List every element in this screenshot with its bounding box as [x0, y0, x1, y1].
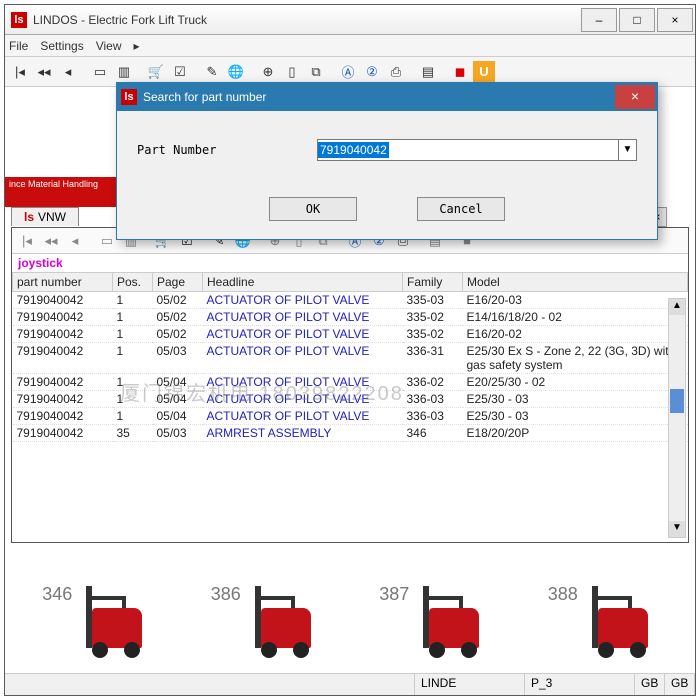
table-row[interactable]: 7919040042105/02ACTUATOR OF PILOT VALVE3… — [13, 326, 688, 343]
copy-icon[interactable]: ⧉ — [305, 61, 327, 83]
dialog-title: Search for part number — [143, 90, 615, 104]
film-icon[interactable]: ▭ — [96, 230, 118, 252]
model-number: 386 — [211, 584, 241, 604]
cancel-button[interactable]: Cancel — [417, 197, 505, 221]
status-gb1: GB — [635, 674, 665, 695]
col-part[interactable]: part number — [13, 273, 113, 292]
model-number: 387 — [379, 584, 409, 604]
back-icon[interactable]: ◂ — [57, 61, 79, 83]
model-thumb[interactable]: 386 — [211, 590, 321, 665]
table-row[interactable]: 7919040042105/02ACTUATOR OF PILOT VALVE3… — [13, 309, 688, 326]
dialog-close-button[interactable]: × — [615, 85, 655, 109]
pencil-icon[interactable]: ✎ — [201, 61, 223, 83]
model-thumb[interactable]: 388 — [548, 590, 658, 665]
model-number: 388 — [548, 584, 578, 604]
zoom-in-icon[interactable]: ⊕ — [257, 61, 279, 83]
search-term: joystick — [12, 254, 688, 272]
results-panel: |◂ ◂◂ ◂ ▭ ▥ 🛒 ☑ ✎ 🌐 ⊕ ▯ ⧉ Ⓐ ② ⎙ — [11, 227, 689, 543]
page-check-icon[interactable]: ☑ — [169, 61, 191, 83]
back-icon[interactable]: ◂ — [64, 230, 86, 252]
forklift-icon — [578, 590, 658, 660]
status-bar: LINDE P_3 GB GB — [5, 673, 695, 695]
model-thumb[interactable]: 387 — [379, 590, 489, 665]
page-icon[interactable]: ▤ — [417, 61, 439, 83]
model-thumb[interactable]: 346 — [42, 590, 152, 665]
tab-vnw[interactable]: ls VNW — [11, 207, 79, 226]
results-table: part number Pos. Page Headline Family Mo… — [12, 272, 688, 442]
print-icon[interactable]: ⎙ — [385, 61, 407, 83]
scroll-thumb[interactable] — [670, 389, 684, 413]
model-gallery: 346 386 387 388 — [13, 550, 687, 665]
col-headline[interactable]: Headline — [203, 273, 403, 292]
scroll-up-icon[interactable]: ▲ — [669, 299, 685, 315]
minimize-button[interactable]: – — [581, 8, 617, 32]
forklift-icon — [409, 590, 489, 660]
menu-settings[interactable]: Settings — [40, 39, 83, 53]
part-number-value: 7919040042 — [318, 142, 389, 158]
col-pos[interactable]: Pos. — [113, 273, 153, 292]
ok-button[interactable]: OK — [269, 197, 357, 221]
status-gb2: GB — [665, 674, 695, 695]
status-p3: P_3 — [525, 674, 635, 695]
results-scrollbar[interactable]: ▲ ▼ — [668, 298, 686, 538]
forklift-icon — [241, 590, 321, 660]
dialog-icon: ls — [121, 89, 137, 105]
close-button[interactable]: × — [657, 8, 693, 32]
cart-icon[interactable]: 🛒 — [145, 61, 167, 83]
tab-icon: ls — [24, 210, 34, 224]
menu-view[interactable]: View — [96, 39, 122, 53]
search-dialog: ls Search for part number × Part Number … — [116, 82, 658, 240]
part-number-input[interactable]: 7919040042 ▼ — [317, 139, 637, 161]
menu-file[interactable]: File — [9, 39, 28, 53]
table-row[interactable]: 79190400423505/03ARMREST ASSEMBLY346E18/… — [13, 425, 688, 442]
first-icon[interactable]: |◂ — [9, 61, 31, 83]
search-2-icon[interactable]: ② — [361, 61, 383, 83]
model-number: 346 — [42, 584, 72, 604]
dropdown-icon[interactable]: ▼ — [618, 140, 636, 160]
globe-icon[interactable]: 🌐 — [225, 61, 247, 83]
table-row[interactable]: 7919040042105/03ACTUATOR OF PILOT VALVE3… — [13, 343, 688, 374]
brand-banner: ince Material Handling — [5, 177, 125, 207]
search-a-icon[interactable]: Ⓐ — [337, 61, 359, 83]
table-header-row: part number Pos. Page Headline Family Mo… — [13, 273, 688, 292]
u-icon[interactable]: U — [473, 61, 495, 83]
table-row[interactable]: 7919040042105/02ACTUATOR OF PILOT VALVE3… — [13, 292, 688, 309]
maximize-button[interactable]: □ — [619, 8, 655, 32]
tab-label: VNW — [38, 210, 66, 224]
doc-icon[interactable]: ▯ — [281, 61, 303, 83]
flag-icon[interactable]: ◼ — [449, 61, 471, 83]
forklift-icon — [72, 590, 152, 660]
part-number-label: Part Number — [137, 143, 317, 157]
window-title: LINDOS - Electric Fork Lift Truck — [33, 13, 581, 27]
menu-bar: File Settings View ▸ — [5, 35, 695, 57]
col-family[interactable]: Family — [403, 273, 463, 292]
table-row[interactable]: 7919040042105/04ACTUATOR OF PILOT VALVE3… — [13, 391, 688, 408]
rewind-icon[interactable]: ◂◂ — [33, 61, 55, 83]
col-model[interactable]: Model — [463, 273, 688, 292]
card-icon[interactable]: ▥ — [113, 61, 135, 83]
film-icon[interactable]: ▭ — [89, 61, 111, 83]
app-icon: ls — [11, 12, 27, 28]
menu-arrow-icon[interactable]: ▸ — [134, 39, 140, 53]
col-page[interactable]: Page — [153, 273, 203, 292]
table-row[interactable]: 7919040042105/04ACTUATOR OF PILOT VALVE3… — [13, 408, 688, 425]
rewind-icon[interactable]: ◂◂ — [40, 230, 62, 252]
table-row[interactable]: 7919040042105/04ACTUATOR OF PILOT VALVE3… — [13, 374, 688, 391]
scroll-down-icon[interactable]: ▼ — [669, 521, 685, 537]
first-icon[interactable]: |◂ — [16, 230, 38, 252]
status-linde: LINDE — [415, 674, 525, 695]
dialog-title-bar: ls Search for part number × — [117, 83, 657, 111]
title-bar: ls LINDOS - Electric Fork Lift Truck – □… — [5, 5, 695, 35]
